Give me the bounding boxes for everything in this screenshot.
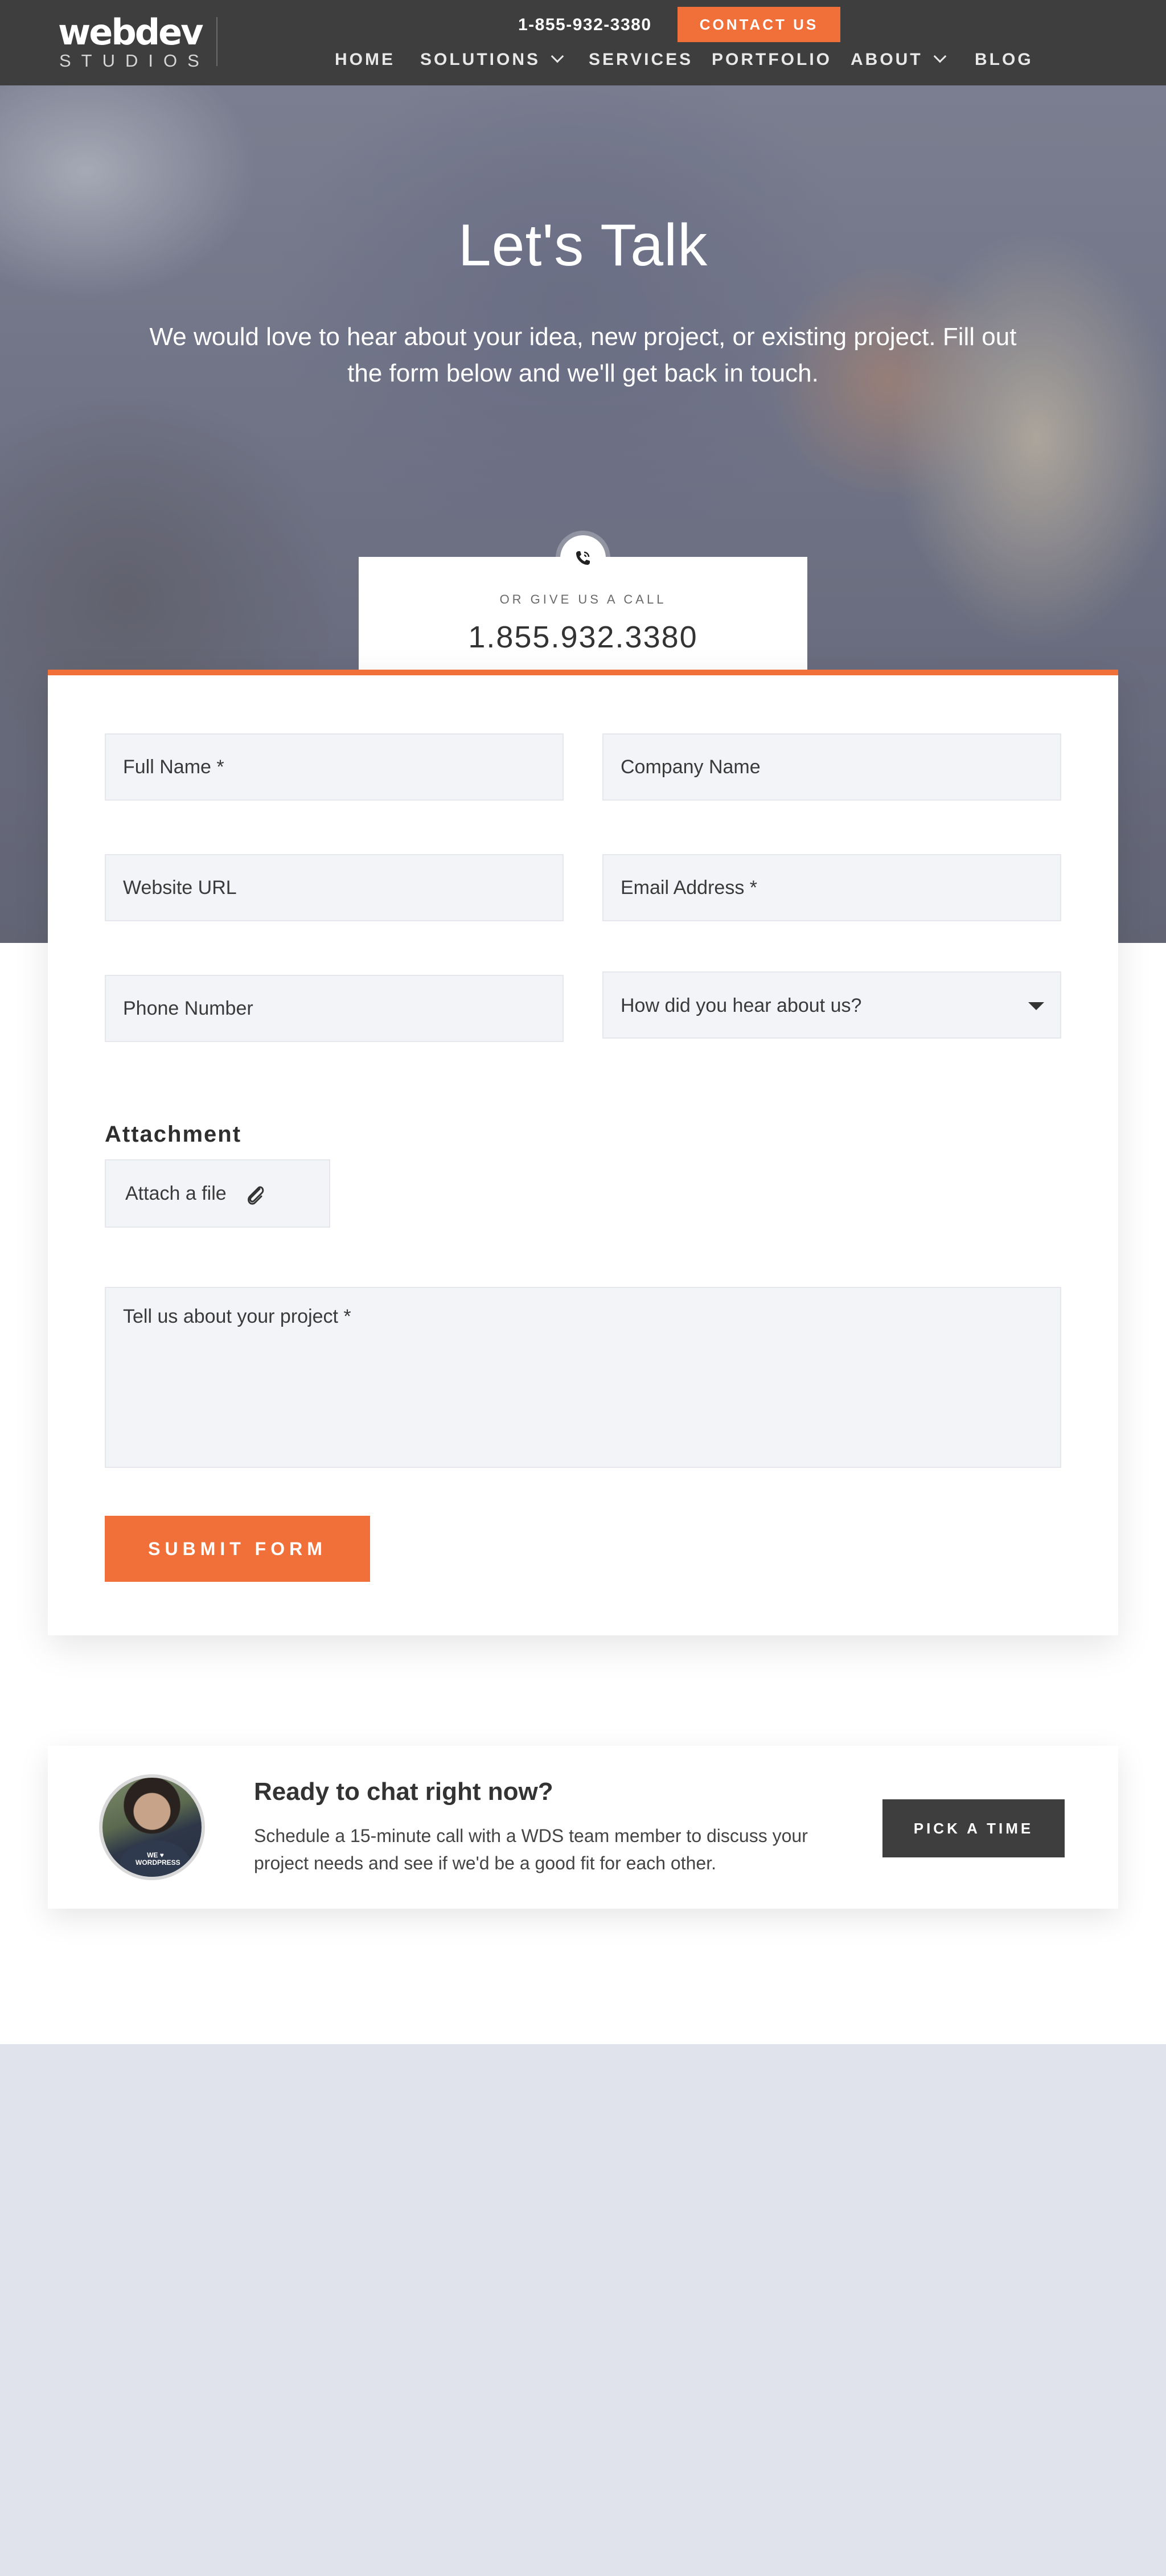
page-title: Let's Talk — [458, 212, 708, 278]
phone-number-field[interactable]: Phone Number — [105, 975, 564, 1042]
nav-services[interactable]: SERVICES — [589, 47, 693, 73]
nav-label: ABOUT — [851, 50, 923, 69]
paperclip-icon — [248, 1186, 264, 1205]
avatar: WE ♥ WORDPRESS — [99, 1774, 205, 1880]
caret-down-icon — [1028, 1002, 1044, 1010]
site-header: webdev STUDIOS 1-855-932-3380 CONTACT US… — [0, 0, 1166, 85]
nav-label: PORTFOLIO — [712, 50, 832, 69]
logo-divider — [216, 17, 217, 66]
contact-us-button[interactable]: CONTACT US — [678, 7, 840, 42]
nav-blog[interactable]: BLOG — [975, 47, 1033, 73]
chat-card: WE ♥ WORDPRESS Ready to chat right now? … — [48, 1746, 1118, 1909]
phone-call-icon — [560, 535, 606, 581]
logo[interactable]: webdev STUDIOS — [58, 11, 210, 71]
email-field[interactable]: Email Address * — [602, 854, 1061, 921]
call-phone-number[interactable]: 1.855.932.3380 — [359, 620, 807, 655]
nav-home[interactable]: HOME — [335, 47, 395, 73]
nav-label: HOME — [335, 50, 395, 69]
project-description-field[interactable]: Tell us about your project * — [105, 1287, 1061, 1468]
company-name-field[interactable]: Company Name — [602, 733, 1061, 801]
submit-form-button[interactable]: SUBMIT FORM — [105, 1516, 370, 1582]
attach-file-label: Attach a file — [125, 1183, 227, 1204]
nav-label: SOLUTIONS — [420, 50, 541, 69]
nav-label: SERVICES — [589, 50, 693, 69]
header-phone-link[interactable]: 1-855-932-3380 — [518, 11, 652, 39]
footer-band — [0, 2044, 1166, 2576]
hero-subtitle: We would love to hear about your idea, n… — [149, 323, 1017, 387]
nav-solutions[interactable]: SOLUTIONS — [420, 47, 564, 73]
avatar-shirt-text: WE ♥ WORDPRESS — [136, 1851, 180, 1867]
website-url-field[interactable]: Website URL — [105, 854, 564, 921]
attach-file-button[interactable]: Attach a file — [105, 1159, 330, 1228]
nav-portfolio[interactable]: PORTFOLIO — [712, 47, 832, 73]
nav-about[interactable]: ABOUT — [851, 47, 946, 73]
chevron-down-icon — [551, 50, 564, 63]
referral-select-value: How did you hear about us? — [621, 995, 862, 1016]
full-name-field[interactable]: Full Name * — [105, 733, 564, 801]
logo-wordmark: webdev — [58, 11, 204, 53]
attachment-heading: Attachment — [105, 1122, 242, 1147]
pick-a-time-button[interactable]: PICK A TIME — [882, 1799, 1065, 1857]
call-label: OR GIVE US A CALL — [499, 592, 667, 606]
chat-title: Ready to chat right now? — [254, 1778, 553, 1806]
chat-description: Schedule a 15-minute call with a WDS tea… — [254, 1826, 808, 1873]
contact-form: Full Name * Company Name Website URL Ema… — [48, 670, 1118, 1635]
referral-select[interactable]: How did you hear about us? — [602, 971, 1061, 1039]
chevron-down-icon — [933, 50, 946, 63]
nav-label: BLOG — [975, 50, 1033, 69]
logo-subtitle: STUDIOS — [59, 51, 210, 71]
